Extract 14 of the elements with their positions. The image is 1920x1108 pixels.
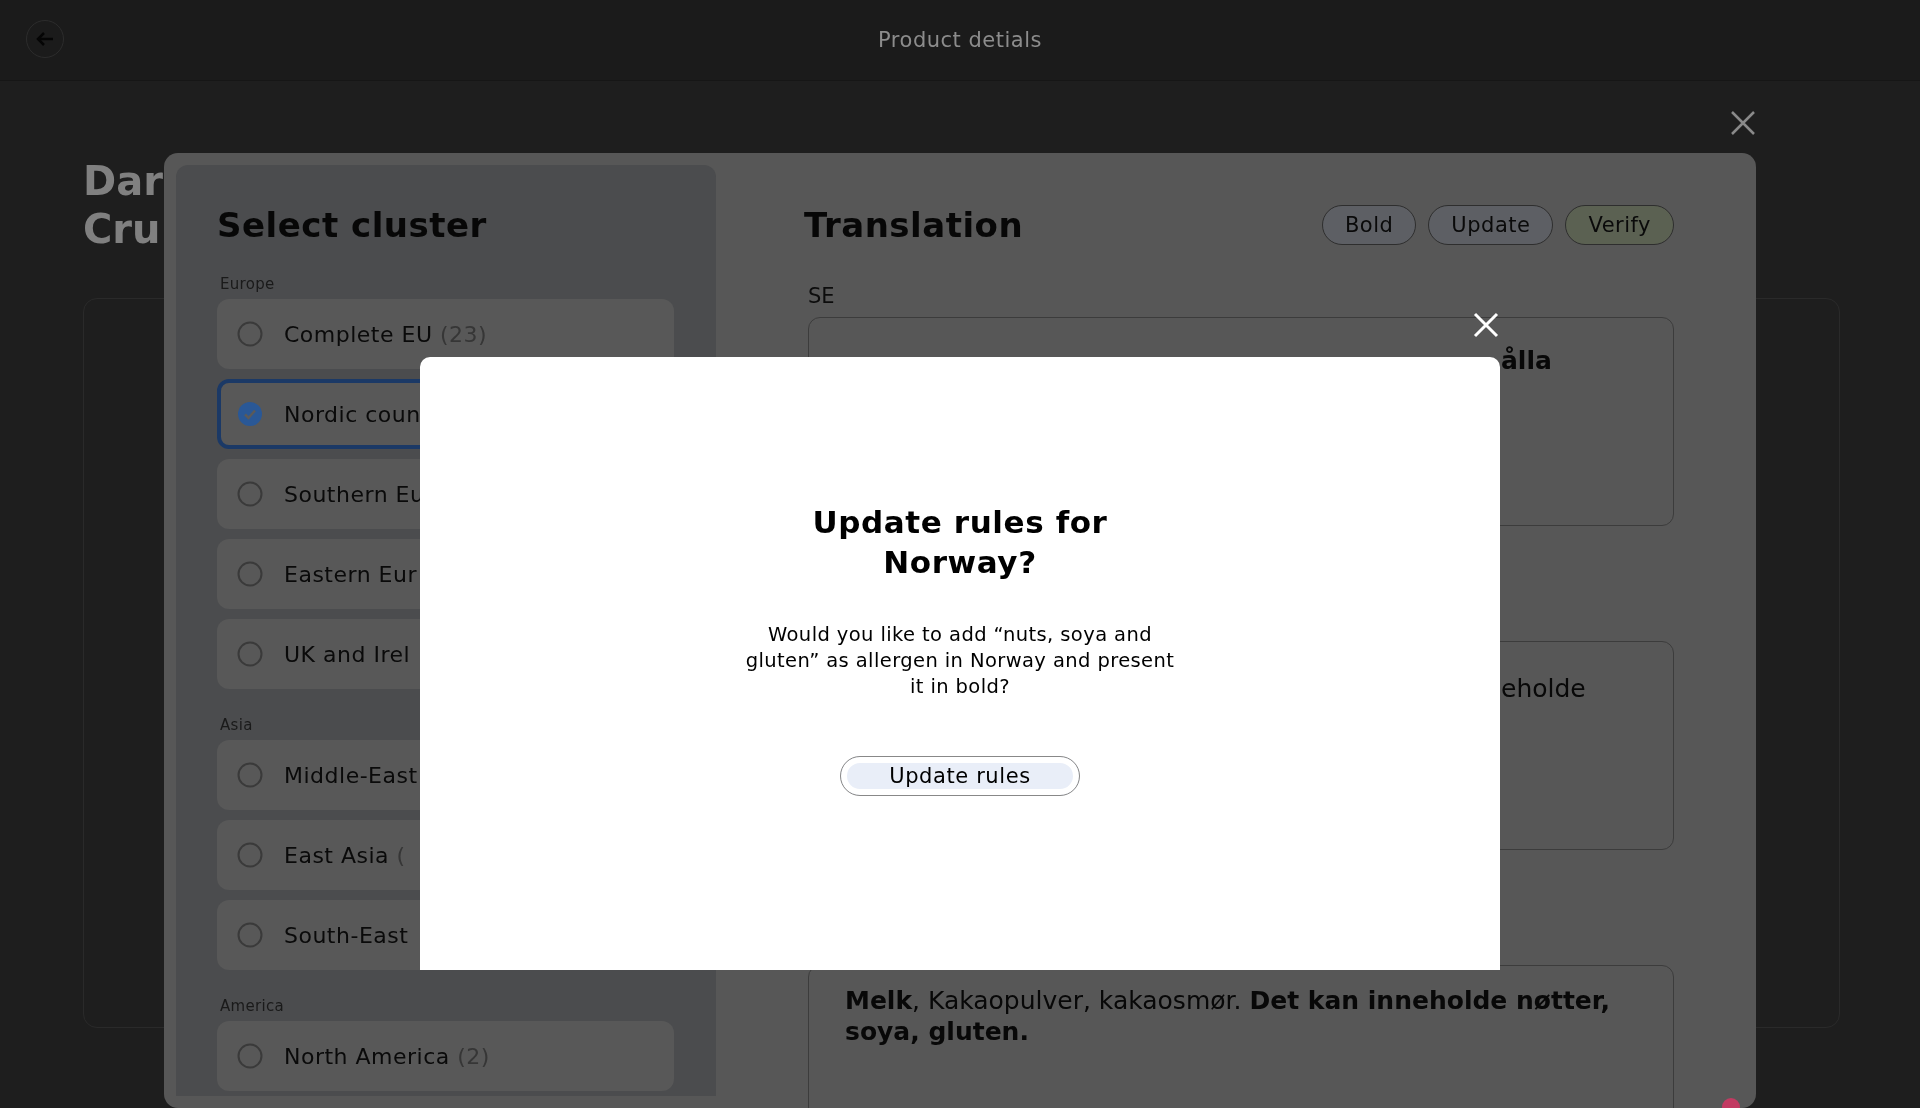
- product-heading: Dar: [83, 157, 163, 205]
- dialog-message: Would you like to add “nuts, soya and gluten” as allergen in Norway and present it in bold?: [745, 622, 1175, 700]
- section-title: Translation: [804, 204, 1025, 246]
- option-label: UK and Irel: [284, 641, 411, 667]
- panel-title: Select cluster: [217, 204, 488, 246]
- option-label: Nordic coun: [284, 401, 421, 427]
- product-heading: Cru: [83, 205, 161, 253]
- dialog-title: Update rules for Norway?: [811, 503, 1109, 582]
- language-label: SE: [808, 284, 836, 308]
- option-label: Eastern Eur: [284, 561, 417, 587]
- option-label: Middle-East: [284, 762, 418, 788]
- option-label: South-East: [284, 922, 409, 948]
- option-label: East Asia (: [284, 842, 406, 868]
- page-title: Product detials: [878, 28, 1042, 52]
